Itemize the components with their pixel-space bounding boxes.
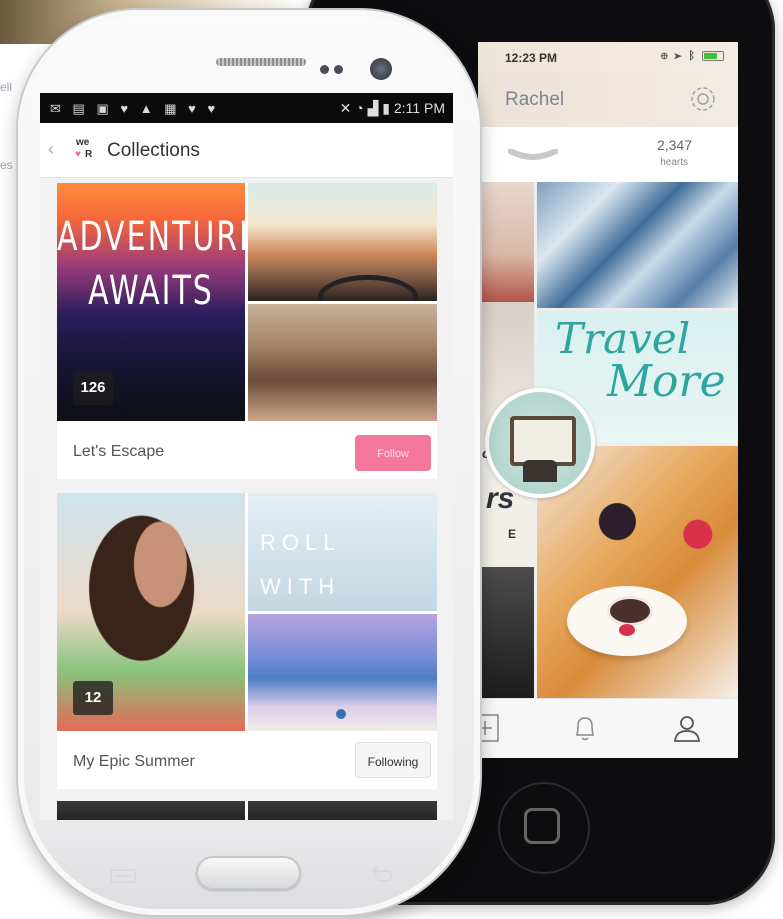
battery-icon: [702, 51, 724, 62]
android-notification-icons: ✉ ▤ ▣ ♥ ▲ ▦ ♥ ♥: [50, 101, 219, 117]
logo-text: we: [76, 137, 90, 148]
android-status-time: 2:11 PM: [393, 100, 445, 116]
image-icon: ▣: [96, 101, 113, 116]
cover-text-line: ADVENTURE: [57, 213, 245, 261]
signal-icon: ▟: [367, 100, 379, 116]
add-icon[interactable]: [478, 711, 504, 745]
collection-footer: Let's Escape Follow: [57, 421, 437, 479]
iphone-tab-bar: [478, 698, 738, 758]
mute-icon: ✕: [339, 100, 352, 116]
collection-thumbnail[interactable]: [248, 614, 437, 731]
collection-thumbnail[interactable]: [248, 183, 437, 301]
collection-thumbnail[interactable]: [248, 801, 437, 820]
collection-cover[interactable]: ADVENTURE AWAITS 126: [57, 183, 245, 421]
hearts-count: 2,347: [656, 137, 692, 153]
bluetooth-icon: ᛒ: [688, 50, 697, 62]
lock-rotation-icon: ⊕: [660, 50, 670, 62]
item-count-badge: 126: [73, 371, 113, 405]
collection-footer: My Epic Summer Following: [57, 731, 437, 789]
collection-cover[interactable]: [57, 801, 245, 820]
samsung-device: ✉ ▤ ▣ ♥ ▲ ▦ ♥ ♥ ✕ ◔ ▟ ▮ 2:11 PM ‹ we ♥ R…: [18, 10, 480, 915]
samsung-screen: ✉ ▤ ▣ ♥ ▲ ▦ ♥ ♥ ✕ ◔ ▟ ▮ 2:11 PM ‹ we ♥ R…: [40, 93, 453, 820]
image-text: ROLL WITH: [260, 521, 341, 609]
iphone-status-bar: 12:23 PM ⊕ ➤ ᛒ: [478, 42, 738, 72]
battery-icon: ▮: [382, 100, 390, 116]
collection-card[interactable]: [57, 801, 437, 820]
document-icon: ▤: [72, 101, 89, 116]
bell-icon[interactable]: [568, 711, 602, 745]
sensor-dot: [320, 65, 329, 74]
grid-image[interactable]: [478, 182, 534, 302]
collection-name: Let's Escape: [73, 443, 165, 460]
image-text: Travel: [555, 314, 691, 363]
image-text-line: WITH: [260, 574, 341, 599]
collection-thumbnail[interactable]: [248, 304, 437, 421]
chevron-down-icon[interactable]: [508, 149, 558, 161]
friends-image: [248, 304, 437, 421]
profile-stats: 2,347 hearts: [478, 127, 738, 183]
collection-cover[interactable]: 12: [57, 493, 245, 731]
heart-icon: ♥: [75, 149, 81, 160]
location-icon: ➤: [674, 50, 684, 62]
profile-name: Rachel: [505, 89, 565, 110]
background-text-fragment: es: [0, 158, 13, 172]
android-status-bar: ✉ ▤ ▣ ♥ ▲ ▦ ♥ ♥ ✕ ◔ ▟ ▮ 2:11 PM: [40, 93, 453, 123]
thumbnail-image: [248, 801, 437, 820]
android-status-right: ✕ ◔ ▟ ▮ 2:11 PM: [340, 100, 445, 117]
front-camera: [370, 58, 392, 80]
road-image: [248, 183, 437, 301]
mail-icon: ✉: [50, 101, 65, 116]
wifi-icon: ◔: [355, 100, 364, 116]
sea-image: [248, 614, 437, 731]
page-title: Collections: [107, 140, 200, 161]
tablet-shape: [510, 416, 576, 466]
image-text-line: ROLL: [260, 530, 342, 555]
iphone-status-time: 12:23 PM: [505, 51, 558, 65]
gear-icon[interactable]: [688, 84, 718, 114]
chocolate-shape: [607, 596, 653, 626]
logo-text: R: [85, 149, 93, 160]
heart-icon: ♥: [188, 101, 200, 116]
image-text: More: [607, 356, 726, 407]
iphone-profile-header: Rachel: [478, 72, 738, 127]
sensor-dot: [334, 65, 343, 74]
image-dot: [336, 709, 346, 719]
collection-thumbnail[interactable]: ROLL WITH: [248, 493, 437, 611]
back-arrow-icon[interactable]: ‹: [48, 139, 54, 160]
menu-key-icon[interactable]: [108, 868, 138, 884]
hearts-label: hearts: [660, 157, 688, 168]
collection-cover-image: [57, 801, 245, 820]
cover-text: ADVENTURE AWAITS: [57, 211, 245, 319]
grid-image[interactable]: [478, 567, 534, 698]
back-key-icon[interactable]: [368, 865, 394, 885]
background-text-fragment: ell: [0, 80, 13, 94]
samsung-home-button[interactable]: [196, 856, 301, 890]
collection-card[interactable]: ADVENTURE AWAITS 126 Let's Escape Follow: [57, 183, 437, 479]
collection-name: My Epic Summer: [73, 753, 195, 770]
following-button[interactable]: Following: [355, 742, 431, 778]
speaker-grille: [216, 58, 306, 66]
iphone-status-icons: ⊕ ➤ ᛒ: [661, 50, 724, 62]
berry-shape: [619, 624, 635, 636]
steering-wheel-shape: [318, 275, 418, 301]
item-count-badge: 12: [73, 681, 113, 715]
roll-with-image: ROLL WITH: [248, 493, 437, 611]
app-header: ‹ we ♥ R Collections: [40, 123, 453, 178]
iphone-home-button[interactable]: [524, 808, 560, 844]
follow-button[interactable]: Follow: [355, 435, 431, 471]
heart-icon: ♥: [120, 101, 133, 116]
warning-icon: ▲: [139, 101, 157, 116]
grid-image[interactable]: [537, 182, 738, 308]
app-logo: we ♥ R: [74, 137, 96, 163]
profile-avatar[interactable]: [485, 388, 595, 498]
user-icon[interactable]: [670, 711, 704, 745]
hand-shape: [523, 460, 557, 482]
image-text: E: [508, 527, 517, 541]
chat-icon: ▦: [164, 101, 181, 116]
heart-icon: ♥: [207, 101, 220, 116]
collection-card[interactable]: 12 ROLL WITH My Epic Summer Following: [57, 493, 437, 789]
cover-text-line: AWAITS: [88, 267, 214, 315]
